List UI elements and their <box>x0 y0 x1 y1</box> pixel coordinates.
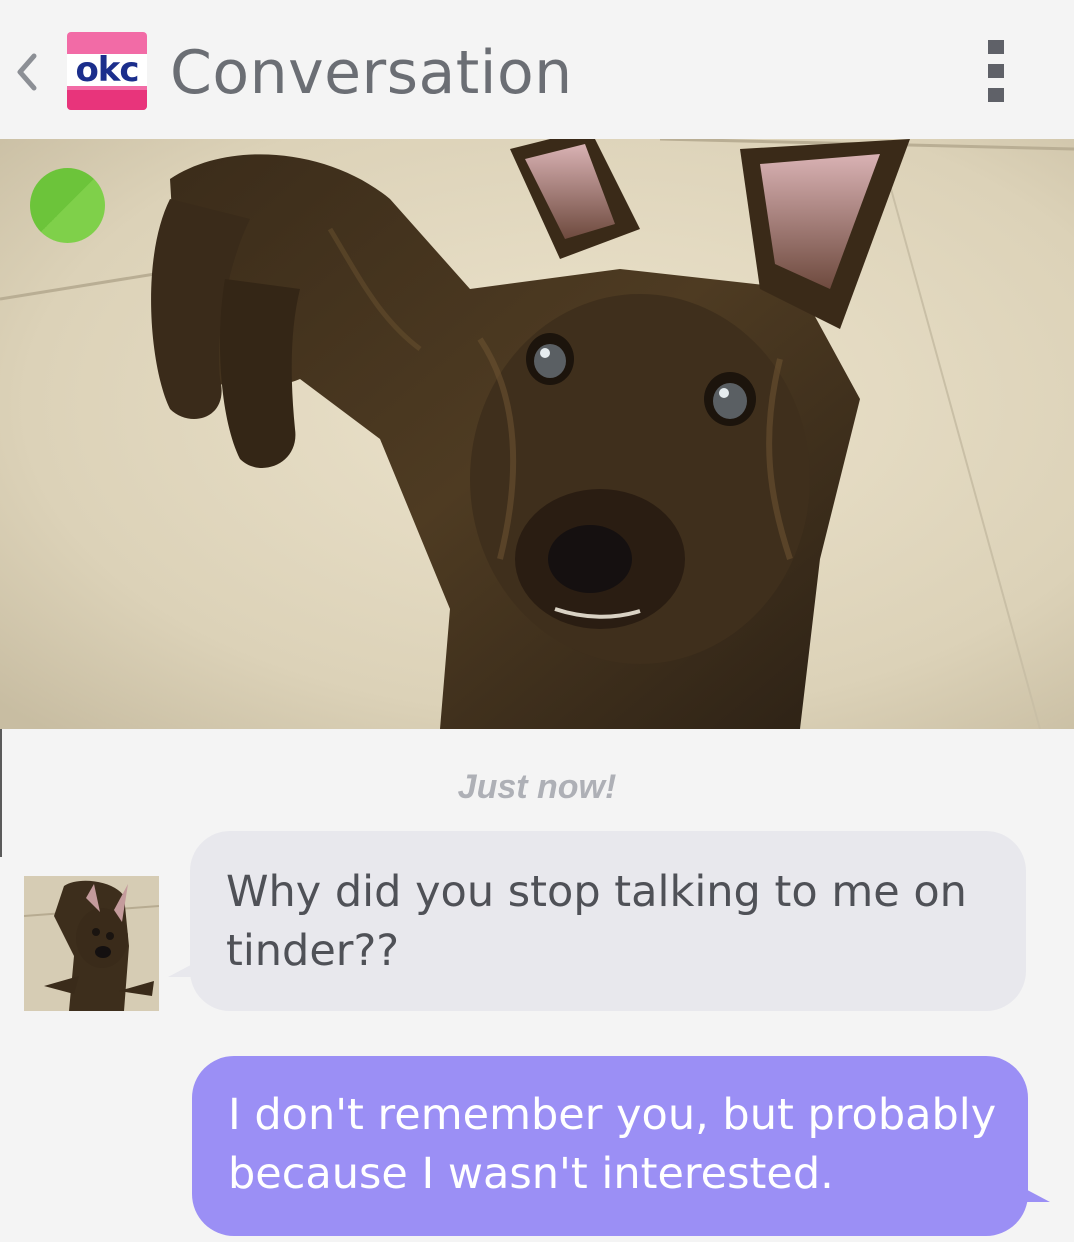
sent-message-text: I don't remember you, but probably becau… <box>228 1090 997 1199</box>
received-message-bubble: Why did you stop talking to me on tinder… <box>168 831 1026 1011</box>
app-header: okc Conversation <box>0 0 1074 139</box>
okc-logo[interactable]: okc <box>67 32 147 110</box>
logo-stripe <box>67 90 147 110</box>
page-title: Conversation <box>170 38 573 108</box>
online-status-icon <box>30 168 105 243</box>
bubble-tail <box>168 959 202 977</box>
message-timestamp: Just now! <box>457 768 617 806</box>
sender-avatar[interactable] <box>24 876 159 1011</box>
logo-text: okc <box>67 53 147 87</box>
profile-photo[interactable] <box>0 139 1074 729</box>
back-chevron-icon[interactable] <box>8 44 44 100</box>
sent-message-bubble: I don't remember you, but probably becau… <box>192 1056 1050 1236</box>
received-message-text: Why did you stop talking to me on tinder… <box>226 867 967 976</box>
bubble-tail <box>1016 1184 1050 1202</box>
overflow-menu-icon[interactable] <box>972 36 1020 106</box>
